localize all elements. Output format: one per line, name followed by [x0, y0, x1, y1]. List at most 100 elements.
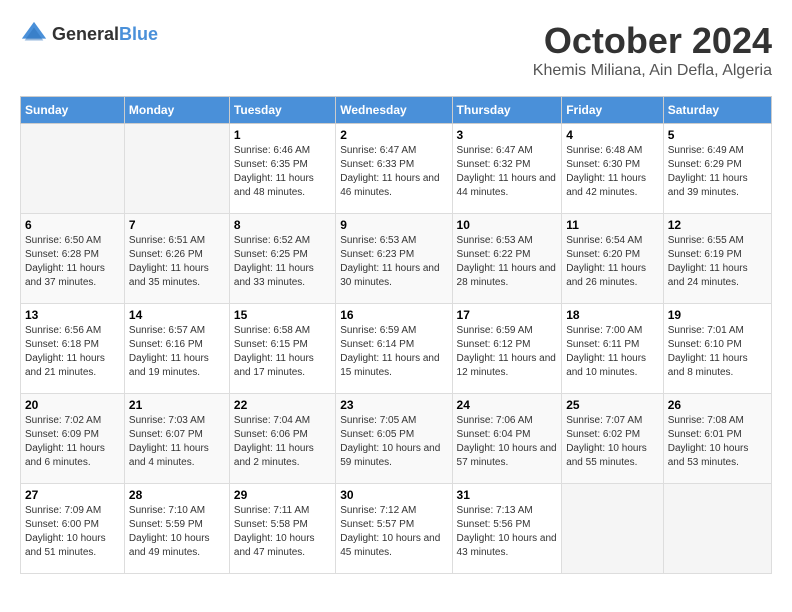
day-info: Sunrise: 7:05 AMSunset: 6:05 PMDaylight:…: [340, 414, 447, 470]
day-number: 1: [234, 128, 331, 142]
day-info: Sunrise: 6:53 AMSunset: 6:22 PMDaylight:…: [457, 234, 558, 290]
calendar-cell: 26 Sunrise: 7:08 AMSunset: 6:01 PMDayligh…: [663, 394, 771, 484]
day-info: Sunrise: 7:00 AMSunset: 6:11 PMDaylight:…: [566, 324, 659, 380]
calendar-cell: 5Sunrise: 6:49 AMSunset: 6:29 PMDaylight…: [663, 124, 771, 214]
day-number: 3: [457, 128, 558, 142]
calendar-cell: 17Sunrise: 6:59 AMSunset: 6:12 PMDayligh…: [452, 304, 562, 394]
day-number: 26: [668, 398, 767, 412]
location-title: Khemis Miliana, Ain Defla, Algeria: [533, 62, 772, 80]
day-info: Sunrise: 7:06 AMSunset: 6:04 PMDaylight:…: [457, 414, 558, 470]
calendar-cell: 13 Sunrise: 6:56 AMSunset: 6:18 PMDayligh…: [21, 304, 125, 394]
day-info: Sunrise: 7:10 AMSunset: 5:59 PMDaylight:…: [129, 504, 225, 560]
day-info: Sunrise: 7:04 AMSunset: 6:06 PMDaylight:…: [234, 414, 331, 470]
day-number: 25: [566, 398, 659, 412]
calendar-cell: 10Sunrise: 6:53 AMSunset: 6:22 PMDayligh…: [452, 214, 562, 304]
day-number: 13: [25, 308, 120, 322]
calendar-cell: 18 Sunrise: 7:00 AMSunset: 6:11 PMDayligh…: [562, 304, 664, 394]
header-row: Sunday Monday Tuesday Wednesday Thursday…: [21, 97, 772, 124]
calendar-cell: 25 Sunrise: 7:07 AMSunset: 6:02 PMDayligh…: [562, 394, 664, 484]
month-title: October 2024: [533, 20, 772, 62]
calendar-cell: [21, 124, 125, 214]
day-number: 11: [566, 218, 659, 232]
calendar-cell: 2 Sunrise: 6:47 AMSunset: 6:33 PMDaylight…: [336, 124, 452, 214]
day-info: Sunrise: 6:47 AMSunset: 6:32 PMDaylight:…: [457, 144, 558, 200]
day-info: Sunrise: 6:46 AMSunset: 6:35 PMDaylight:…: [234, 144, 331, 200]
calendar-cell: 27 Sunrise: 7:09 AMSunset: 6:00 PMDayligh…: [21, 484, 125, 574]
calendar-cell: 28 Sunrise: 7:10 AMSunset: 5:59 PMDayligh…: [124, 484, 229, 574]
calendar-cell: 8 Sunrise: 6:52 AMSunset: 6:25 PMDaylight…: [229, 214, 335, 304]
header-tuesday: Tuesday: [229, 97, 335, 124]
day-number: 12: [668, 218, 767, 232]
day-number: 7: [129, 218, 225, 232]
header-sunday: Sunday: [21, 97, 125, 124]
day-info: Sunrise: 7:09 AMSunset: 6:00 PMDaylight:…: [25, 504, 120, 560]
calendar-cell: 19 Sunrise: 7:01 AMSunset: 6:10 PMDayligh…: [663, 304, 771, 394]
day-number: 8: [234, 218, 331, 232]
day-info: Sunrise: 6:50 AMSunset: 6:28 PMDaylight:…: [25, 234, 120, 290]
calendar-week-4: 27 Sunrise: 7:09 AMSunset: 6:00 PMDayligh…: [21, 484, 772, 574]
day-info: Sunrise: 6:59 AMSunset: 6:12 PMDaylight:…: [457, 324, 558, 380]
calendar-cell: 21Sunrise: 7:03 AMSunset: 6:07 PMDayligh…: [124, 394, 229, 484]
day-number: 22: [234, 398, 331, 412]
calendar-cell: 20 Sunrise: 7:02 AMSunset: 6:09 PMDayligh…: [21, 394, 125, 484]
calendar-cell: 11 Sunrise: 6:54 AMSunset: 6:20 PMDayligh…: [562, 214, 664, 304]
day-info: Sunrise: 6:57 AMSunset: 6:16 PMDaylight:…: [129, 324, 225, 380]
calendar-cell: [663, 484, 771, 574]
header-monday: Monday: [124, 97, 229, 124]
day-number: 29: [234, 488, 331, 502]
calendar-cell: 15 Sunrise: 6:58 AMSunset: 6:15 PMDayligh…: [229, 304, 335, 394]
day-number: 15: [234, 308, 331, 322]
day-info: Sunrise: 7:12 AMSunset: 5:57 PMDaylight:…: [340, 504, 447, 560]
day-info: Sunrise: 7:07 AMSunset: 6:02 PMDaylight:…: [566, 414, 659, 470]
day-info: Sunrise: 7:11 AMSunset: 5:58 PMDaylight:…: [234, 504, 331, 560]
day-number: 27: [25, 488, 120, 502]
day-info: Sunrise: 6:58 AMSunset: 6:15 PMDaylight:…: [234, 324, 331, 380]
header-thursday: Thursday: [452, 97, 562, 124]
day-number: 6: [25, 218, 120, 232]
day-number: 2: [340, 128, 447, 142]
calendar-cell: 7 Sunrise: 6:51 AMSunset: 6:26 PMDaylight…: [124, 214, 229, 304]
day-number: 5: [668, 128, 767, 142]
day-number: 18: [566, 308, 659, 322]
calendar-cell: 31 Sunrise: 7:13 AMSunset: 5:56 PMDayligh…: [452, 484, 562, 574]
day-info: Sunrise: 6:52 AMSunset: 6:25 PMDaylight:…: [234, 234, 331, 290]
header-wednesday: Wednesday: [336, 97, 452, 124]
calendar-week-2: 13 Sunrise: 6:56 AMSunset: 6:18 PMDayligh…: [21, 304, 772, 394]
calendar-cell: 23Sunrise: 7:05 AMSunset: 6:05 PMDayligh…: [336, 394, 452, 484]
day-info: Sunrise: 7:03 AMSunset: 6:07 PMDaylight:…: [129, 414, 225, 470]
calendar-table: Sunday Monday Tuesday Wednesday Thursday…: [20, 96, 772, 574]
day-number: 14: [129, 308, 225, 322]
day-number: 20: [25, 398, 120, 412]
day-info: Sunrise: 6:51 AMSunset: 6:26 PMDaylight:…: [129, 234, 225, 290]
day-info: Sunrise: 6:56 AMSunset: 6:18 PMDaylight:…: [25, 324, 120, 380]
title-section: October 2024 Khemis Miliana, Ain Defla, …: [533, 20, 772, 80]
day-info: Sunrise: 7:08 AMSunset: 6:01 PMDaylight:…: [668, 414, 767, 470]
calendar-week-1: 6 Sunrise: 6:50 AMSunset: 6:28 PMDaylight…: [21, 214, 772, 304]
calendar-cell: 4Sunrise: 6:48 AMSunset: 6:30 PMDaylight…: [562, 124, 664, 214]
calendar-cell: 3 Sunrise: 6:47 AMSunset: 6:32 PMDaylight…: [452, 124, 562, 214]
day-info: Sunrise: 6:54 AMSunset: 6:20 PMDaylight:…: [566, 234, 659, 290]
calendar-week-0: 1 Sunrise: 6:46 AMSunset: 6:35 PMDaylight…: [21, 124, 772, 214]
header-saturday: Saturday: [663, 97, 771, 124]
logo-general-text: General: [52, 24, 119, 44]
day-number: 31: [457, 488, 558, 502]
day-number: 16: [340, 308, 447, 322]
day-info: Sunrise: 7:02 AMSunset: 6:09 PMDaylight:…: [25, 414, 120, 470]
calendar-body: 1 Sunrise: 6:46 AMSunset: 6:35 PMDaylight…: [21, 124, 772, 574]
day-info: Sunrise: 7:01 AMSunset: 6:10 PMDaylight:…: [668, 324, 767, 380]
day-info: Sunrise: 6:55 AMSunset: 6:19 PMDaylight:…: [668, 234, 767, 290]
day-number: 28: [129, 488, 225, 502]
calendar-header: Sunday Monday Tuesday Wednesday Thursday…: [21, 97, 772, 124]
day-info: Sunrise: 6:47 AMSunset: 6:33 PMDaylight:…: [340, 144, 447, 200]
calendar-cell: 1 Sunrise: 6:46 AMSunset: 6:35 PMDaylight…: [229, 124, 335, 214]
day-number: 19: [668, 308, 767, 322]
calendar-cell: 12 Sunrise: 6:55 AMSunset: 6:19 PMDayligh…: [663, 214, 771, 304]
calendar-cell: 29 Sunrise: 7:11 AMSunset: 5:58 PMDayligh…: [229, 484, 335, 574]
day-info: Sunrise: 7:13 AMSunset: 5:56 PMDaylight:…: [457, 504, 558, 560]
day-number: 24: [457, 398, 558, 412]
day-info: Sunrise: 6:59 AMSunset: 6:14 PMDaylight:…: [340, 324, 447, 380]
day-number: 4: [566, 128, 659, 142]
day-number: 9: [340, 218, 447, 232]
calendar-cell: [124, 124, 229, 214]
calendar-cell: 24 Sunrise: 7:06 AMSunset: 6:04 PMDayligh…: [452, 394, 562, 484]
